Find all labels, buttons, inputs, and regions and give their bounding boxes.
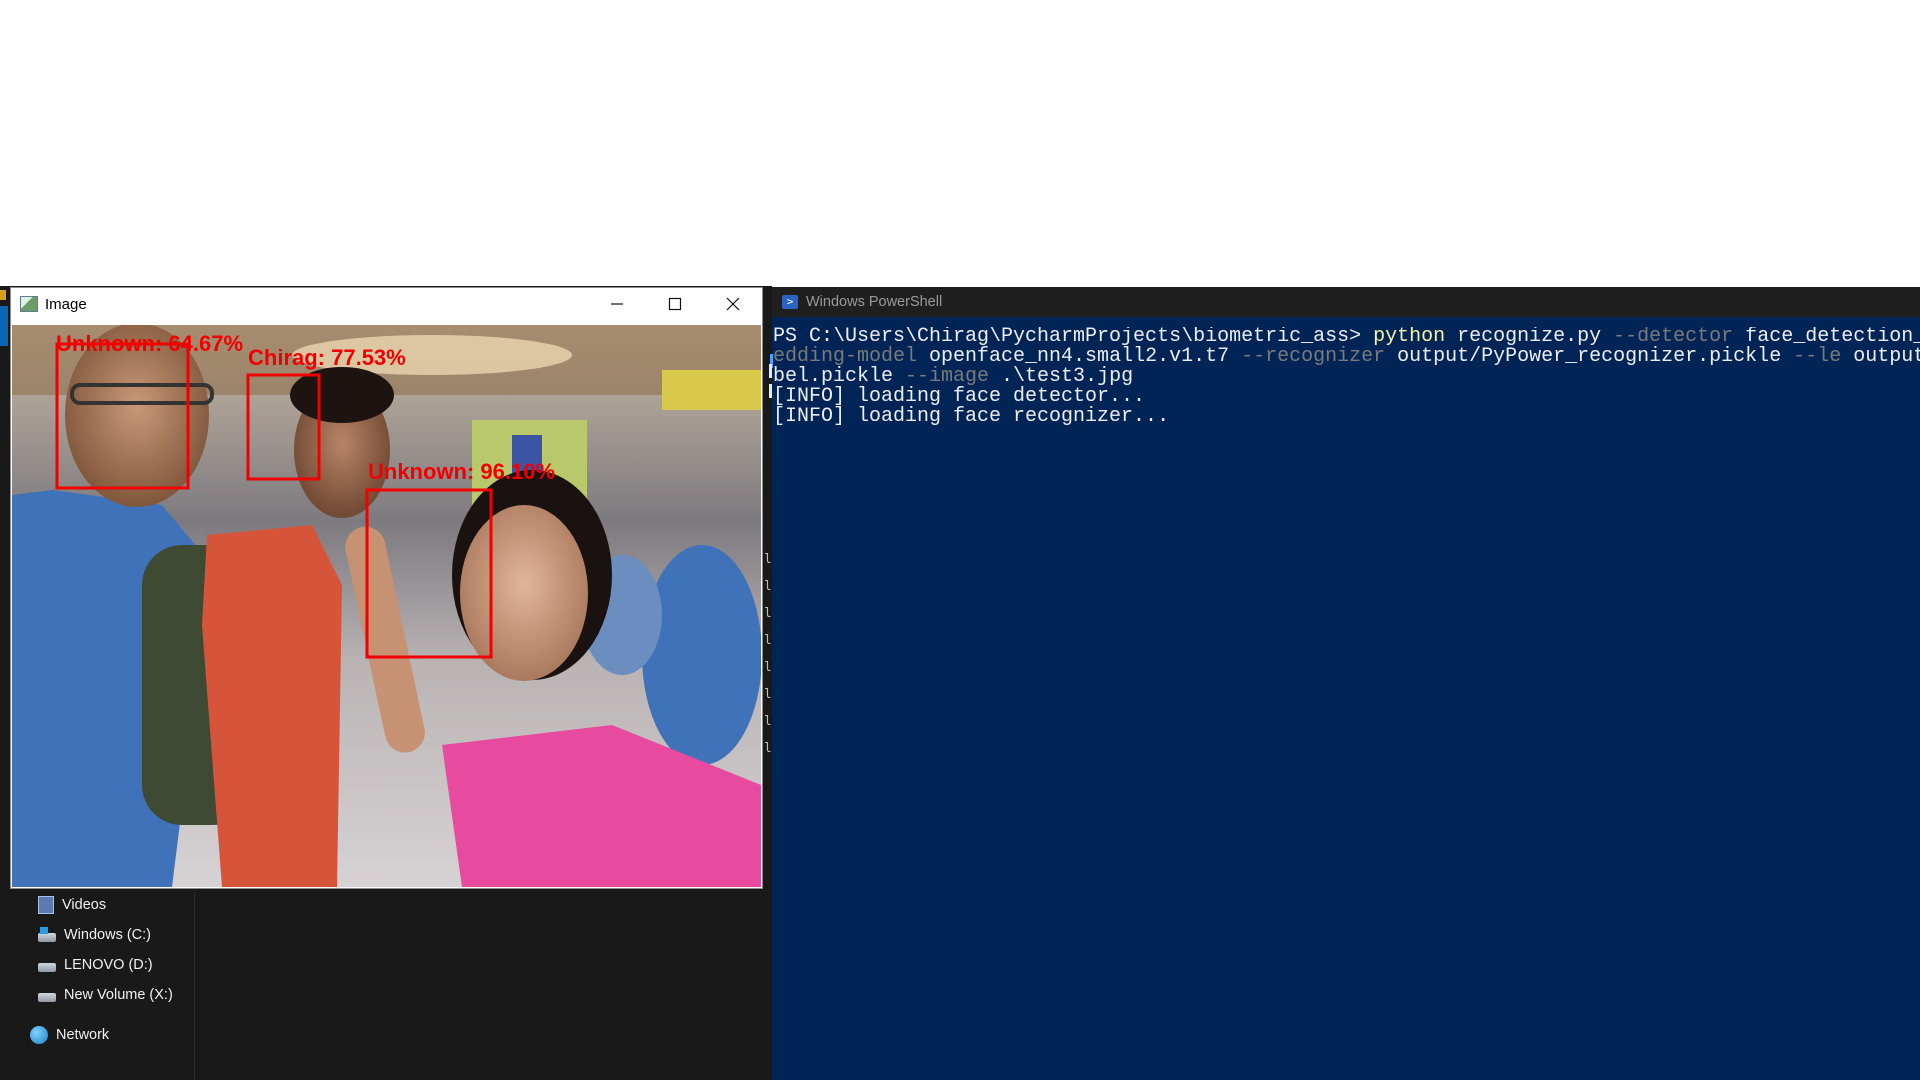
nav-item-lenovo-d[interactable]: LENOVO (D:)	[38, 952, 153, 978]
terminal-segment: --recognizer	[1241, 345, 1386, 368]
terminal-segment: --le	[1793, 345, 1842, 368]
nav-item-label: New Volume (X:)	[64, 987, 173, 1003]
terminal-line: bel.pickle --image .\test3.jpg	[773, 367, 1920, 387]
photo-scene	[12, 325, 761, 887]
nav-item-label: LENOVO (D:)	[64, 957, 153, 973]
terminal-line: edding-model openface_nn4.small2.v1.t7 -…	[773, 347, 1920, 367]
terminal-line: [INFO] loading face detector...	[773, 387, 1920, 407]
maximize-button[interactable]	[646, 288, 704, 320]
window-title: Image	[45, 295, 87, 313]
minimize-button[interactable]	[588, 288, 646, 320]
drive-icon	[38, 992, 56, 1002]
close-button[interactable]	[704, 288, 762, 320]
terminal-segment: output/PyPower_recognizer.pickle	[1385, 345, 1794, 368]
nav-item-videos[interactable]: Videos	[38, 892, 106, 918]
network-icon	[30, 1026, 48, 1044]
scroll-marks	[769, 364, 772, 424]
windows-drive-icon	[38, 926, 56, 942]
terminal-output[interactable]: PS C:\Users\Chirag\PycharmProjects\biome…	[772, 327, 1920, 1067]
recognition-photo: Unknown: 64.67% Chirag: 77.53% Unknown: …	[12, 325, 761, 887]
image-window-title-bar[interactable]: Image	[11, 288, 762, 320]
detection-label-3: Unknown: 96.10%	[368, 459, 555, 484]
videos-folder-icon	[38, 896, 54, 914]
terminal-segment: [INFO] loading face recognizer...	[773, 405, 1170, 428]
nav-item-network[interactable]: Network	[30, 1022, 109, 1048]
nav-item-label: Videos	[62, 897, 107, 913]
explorer-edge-highlight	[0, 306, 8, 346]
terminal-line: PS C:\Users\Chirag\PycharmProjects\biome…	[773, 327, 1920, 347]
drive-icon	[38, 962, 56, 972]
close-icon	[726, 297, 740, 311]
minimize-icon	[611, 303, 623, 305]
photo-canvas: Unknown: 64.67% Chirag: 77.53% Unknown: …	[12, 325, 761, 887]
window-title: Windows PowerShell	[806, 294, 943, 310]
image-window[interactable]: Image Unknown: 64.67% Chirag: 77.53% Unk…	[10, 287, 763, 889]
powershell-title-bar[interactable]: > Windows PowerShell	[772, 287, 1920, 317]
detection-label-1: Unknown: 64.67%	[56, 331, 243, 356]
terminal-line: [INFO] loading face recognizer...	[773, 407, 1920, 427]
navigation-pane: Videos Windows (C:) LENOVO (D:) New Volu…	[0, 892, 195, 1080]
terminal-segment: output	[1841, 345, 1920, 368]
powershell-window[interactable]: > Windows PowerShell PS C:\Users\Chirag\…	[772, 287, 1920, 1080]
image-app-icon	[20, 296, 38, 312]
nav-item-new-volume-x[interactable]: New Volume (X:)	[38, 982, 173, 1008]
detection-label-2: Chirag: 77.53%	[248, 345, 406, 370]
explorer-edge-accent	[0, 290, 6, 300]
maximize-icon	[668, 297, 682, 311]
powershell-icon: >	[782, 295, 798, 309]
nav-item-windows-c[interactable]: Windows (C:)	[38, 922, 151, 948]
nav-item-label: Windows (C:)	[64, 927, 152, 943]
nav-item-label: Network	[56, 1027, 110, 1043]
